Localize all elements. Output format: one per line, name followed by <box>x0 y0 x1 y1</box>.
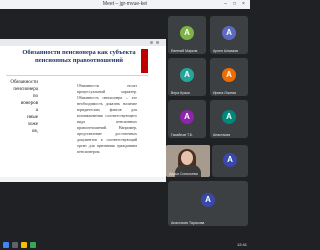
shared-presentation: Обязанности пенсионера как субъекта пенс… <box>0 39 166 182</box>
participant-tile[interactable]: A Вера Кузьм <box>168 58 206 96</box>
search-icon[interactable] <box>12 242 18 248</box>
avatar: A <box>223 153 237 167</box>
participant-tile[interactable]: A Ирина Лосева <box>210 58 248 96</box>
participant-name: Вера Кузьм <box>171 91 190 95</box>
participant-tile[interactable]: A Арсен Алмазов <box>210 16 248 54</box>
avatar: A <box>222 26 236 40</box>
slide-left-line: пенсионера <box>13 87 38 92</box>
participant-tile[interactable]: A Анастасия <box>210 100 248 138</box>
slide-right-column: Обязанности носят процессуальный характе… <box>77 83 137 154</box>
folder-icon[interactable] <box>21 242 27 248</box>
speaker-video[interactable]: Дарья Солосьева <box>166 145 210 177</box>
slide-left-line: ов, <box>31 129 38 134</box>
toolbar-dot-icon[interactable] <box>156 41 159 44</box>
participant-tile[interactable]: A Анастасия Тарасова <box>168 181 248 226</box>
slide-left-line: а <box>35 108 38 113</box>
close-icon[interactable]: × <box>240 1 247 7</box>
video-person-face <box>181 151 193 165</box>
avatar: A <box>180 68 194 82</box>
avatar: A <box>180 26 194 40</box>
participant-name: Дарья Солосьева <box>169 172 198 176</box>
browser-icon[interactable] <box>30 242 36 248</box>
meeting-stage: Обязанности пенсионера как субъекта пенс… <box>0 9 250 240</box>
participant-tile[interactable]: A <box>212 145 248 177</box>
slide-left-column: Обязанности пенсионера по ионеров а нные… <box>0 79 38 135</box>
minimize-icon[interactable]: – <box>222 1 229 7</box>
window-titlebar: Meet – jgr-mvue-kei – □ × <box>0 0 250 9</box>
participant-name: Ирина Лосева <box>213 91 236 95</box>
slide-left-line: Обязанности <box>10 80 38 85</box>
slide-title: Обязанности пенсионера как субъекта пенс… <box>22 49 136 64</box>
participant-name: Евгений Марков <box>171 49 198 53</box>
participant-name: Гасайнов Т.Б. <box>171 133 193 137</box>
slide-left-line: нные <box>27 115 38 120</box>
participant-tile[interactable]: A Гасайнов Т.Б. <box>168 100 206 138</box>
presentation-footer <box>0 177 166 182</box>
participant-tile[interactable]: A Евгений Марков <box>168 16 206 54</box>
participant-name: Анастасия <box>213 133 231 137</box>
avatar: A <box>222 68 236 82</box>
slide-divider <box>6 75 148 76</box>
participant-name: Анастасия Тарасова <box>171 221 205 225</box>
taskbar-clock: 12:41 <box>236 242 247 247</box>
taskbar: 12:41 <box>0 240 250 250</box>
toolbar-dot-icon[interactable] <box>150 41 153 44</box>
avatar: A <box>201 193 215 207</box>
maximize-icon[interactable]: □ <box>231 1 238 7</box>
slide-left-line: по <box>32 94 38 99</box>
start-icon[interactable] <box>3 242 9 248</box>
participant-name: Арсен Алмазов <box>213 49 238 53</box>
avatar: A <box>222 110 236 124</box>
slide-left-line: ионеров <box>20 101 38 106</box>
slide-accent-bar <box>141 49 148 73</box>
presentation-toolbar <box>0 39 166 46</box>
window-title: Meet – jgr-mvue-kei <box>102 1 148 7</box>
slide-left-line: хоже <box>27 122 38 127</box>
avatar: A <box>180 110 194 124</box>
